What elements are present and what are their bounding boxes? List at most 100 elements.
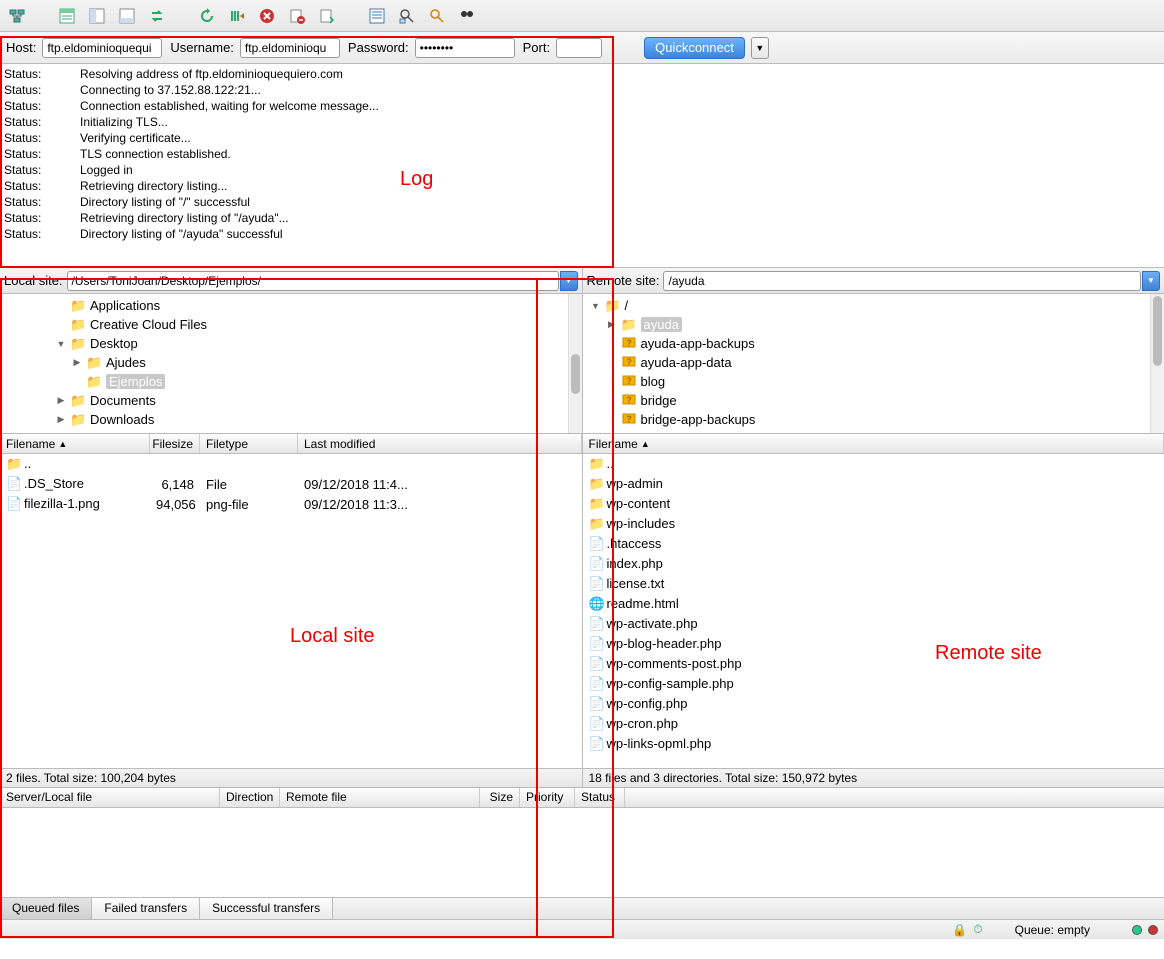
tree-item[interactable]: ? bridge-app-backups xyxy=(583,410,1164,429)
file-row[interactable]: 📄wp-comments-post.php xyxy=(583,654,1164,674)
file-row[interactable]: 📄wp-activate.php xyxy=(583,614,1164,634)
queue-header[interactable]: Server/Local file Direction Remote file … xyxy=(0,788,1164,808)
tree-item[interactable]: 📁Ejemplos xyxy=(0,372,582,391)
lock-icon[interactable]: 🔒 xyxy=(952,923,967,937)
remote-file-header[interactable]: Filename▲ xyxy=(583,434,1164,454)
search-icon[interactable] xyxy=(426,5,448,27)
file-row[interactable]: 📄license.txt xyxy=(583,574,1164,594)
tree-item[interactable]: ▶📁Documents xyxy=(0,391,582,410)
tree-item[interactable]: ?blog xyxy=(583,372,1164,391)
file-icon: 📄 xyxy=(589,616,605,632)
tree-toggle-icon[interactable]: ▼ xyxy=(56,339,66,349)
file-row[interactable]: 📄wp-cron.php xyxy=(583,714,1164,734)
sort-asc-icon: ▲ xyxy=(641,439,650,449)
scrollbar[interactable] xyxy=(568,294,582,433)
filter-icon[interactable] xyxy=(366,5,388,27)
tree-toggle-icon[interactable]: ▶ xyxy=(56,433,66,434)
file-row[interactable]: 📄.htaccess xyxy=(583,534,1164,554)
tree-item[interactable]: ▼📁/ xyxy=(583,296,1164,315)
file-icon: 📄 xyxy=(589,536,605,552)
password-input[interactable] xyxy=(415,38,515,58)
remote-path-dropdown-icon[interactable]: ▼ xyxy=(1142,271,1160,291)
file-row[interactable]: 📁wp-admin xyxy=(583,474,1164,494)
folder-icon: 📁 xyxy=(6,456,22,472)
folder-icon: 📁 xyxy=(589,516,605,532)
queue-body[interactable] xyxy=(0,808,1164,897)
tree-toggle-icon[interactable]: ▶ xyxy=(607,319,617,330)
tree-item[interactable]: ▼📁Desktop xyxy=(0,334,582,353)
tree-label: Ajudes xyxy=(106,355,146,370)
queue-tab[interactable]: Failed transfers xyxy=(92,898,200,919)
folder-icon: 📁 xyxy=(621,317,637,333)
folder-unknown-icon: ? xyxy=(621,392,637,409)
quickconnect-button[interactable]: Quickconnect xyxy=(644,37,745,59)
password-label: Password: xyxy=(348,40,409,55)
local-path-input[interactable]: /Users/ToniJoan/Desktop/Ejemplos/ xyxy=(67,271,559,291)
tree-item[interactable]: ▶ 📁 Ajudes xyxy=(0,353,582,372)
reconnect-icon[interactable] xyxy=(316,5,338,27)
toggle-queue-icon[interactable] xyxy=(116,5,138,27)
local-tree[interactable]: 📁Applications📁Creative Cloud Files▼📁Desk… xyxy=(0,294,582,434)
tree-label: Creative Cloud Files xyxy=(90,317,207,332)
file-row[interactable]: 📄wp-blog-header.php xyxy=(583,634,1164,654)
folder-icon: 📁 xyxy=(86,355,102,371)
compare-icon[interactable] xyxy=(396,5,418,27)
tree-item[interactable]: 📁Applications xyxy=(0,296,582,315)
file-row[interactable]: 📄wp-links-opml.php xyxy=(583,734,1164,754)
file-icon: 📄 xyxy=(589,636,605,652)
tree-item[interactable]: ?ayuda-app-backups xyxy=(583,334,1164,353)
tree-label: bridge-app-backups xyxy=(641,412,756,427)
speed-limit-icon[interactable]: ⏱ xyxy=(973,922,982,937)
file-row[interactable]: 🌐readme.html xyxy=(583,594,1164,614)
local-site-label: Local site: xyxy=(4,273,63,288)
username-input[interactable] xyxy=(240,38,340,58)
scrollbar[interactable] xyxy=(1150,294,1164,433)
tree-item[interactable]: 📁Creative Cloud Files xyxy=(0,315,582,334)
queue-tab[interactable]: Queued files xyxy=(0,898,92,919)
file-row[interactable]: 📁.. xyxy=(0,454,582,474)
log-line: Status:Retrieving directory listing... xyxy=(4,178,1160,194)
file-row[interactable]: 📄wp-config.php xyxy=(583,694,1164,714)
file-row[interactable]: 📁wp-content xyxy=(583,494,1164,514)
cancel-icon[interactable] xyxy=(256,5,278,27)
folder-unknown-icon: ? xyxy=(621,335,637,352)
queue-tab[interactable]: Successful transfers xyxy=(200,898,333,919)
local-status: 2 files. Total size: 100,204 bytes xyxy=(0,768,582,788)
process-queue-icon[interactable] xyxy=(226,5,248,27)
remote-tree[interactable]: ▼📁/▶📁ayuda?ayuda-app-backups?ayuda-app-d… xyxy=(583,294,1164,434)
tree-toggle-icon[interactable]: ▶ xyxy=(72,357,82,368)
site-manager-icon[interactable] xyxy=(6,5,28,27)
port-input[interactable] xyxy=(556,38,602,58)
file-icon: 📄 xyxy=(6,496,22,512)
disconnect-icon[interactable] xyxy=(286,5,308,27)
local-file-list[interactable]: 📁..📄.DS_Store6,148File09/12/2018 11:4...… xyxy=(0,454,582,768)
tree-toggle-icon[interactable]: ▶ xyxy=(56,414,66,425)
sync-browse-icon[interactable] xyxy=(146,5,168,27)
file-row[interactable]: 📁.. xyxy=(583,454,1164,474)
folder-unknown-icon: ? xyxy=(621,373,637,390)
file-row[interactable]: 📄index.php xyxy=(583,554,1164,574)
toggle-tree-icon[interactable] xyxy=(86,5,108,27)
file-row[interactable]: 📄wp-config-sample.php xyxy=(583,674,1164,694)
file-row[interactable]: 📁wp-includes xyxy=(583,514,1164,534)
tree-toggle-icon[interactable]: ▼ xyxy=(591,301,601,311)
toggle-log-icon[interactable] xyxy=(56,5,78,27)
find-icon[interactable] xyxy=(456,5,478,27)
tree-item[interactable]: ?bridge xyxy=(583,391,1164,410)
tree-item[interactable]: ▶📁ayuda xyxy=(583,315,1164,334)
folder-unknown-icon: ? xyxy=(621,411,637,428)
refresh-icon[interactable] xyxy=(196,5,218,27)
tree-item[interactable]: ▶📁Downloads xyxy=(0,410,582,429)
tree-item[interactable]: ?ayuda-app-data xyxy=(583,353,1164,372)
tree-toggle-icon[interactable]: ▶ xyxy=(56,395,66,406)
tree-item[interactable]: ▶📁Library xyxy=(0,429,582,434)
file-row[interactable]: 📄filezilla-1.png94,056png-file09/12/2018… xyxy=(0,494,582,514)
local-path-dropdown-icon[interactable]: ▼ xyxy=(560,271,578,291)
quickconnect-dropdown-icon[interactable]: ▼ xyxy=(751,37,769,59)
remote-file-list[interactable]: 📁..📁wp-admin📁wp-content📁wp-includes📄.hta… xyxy=(583,454,1164,768)
remote-path-input[interactable]: /ayuda xyxy=(663,271,1141,291)
file-row[interactable]: 📄.DS_Store6,148File09/12/2018 11:4... xyxy=(0,474,582,494)
log-line: Status:Verifying certificate... xyxy=(4,130,1160,146)
host-input[interactable] xyxy=(42,38,162,58)
local-file-header[interactable]: Filename▲ Filesize Filetype Last modifie… xyxy=(0,434,582,454)
